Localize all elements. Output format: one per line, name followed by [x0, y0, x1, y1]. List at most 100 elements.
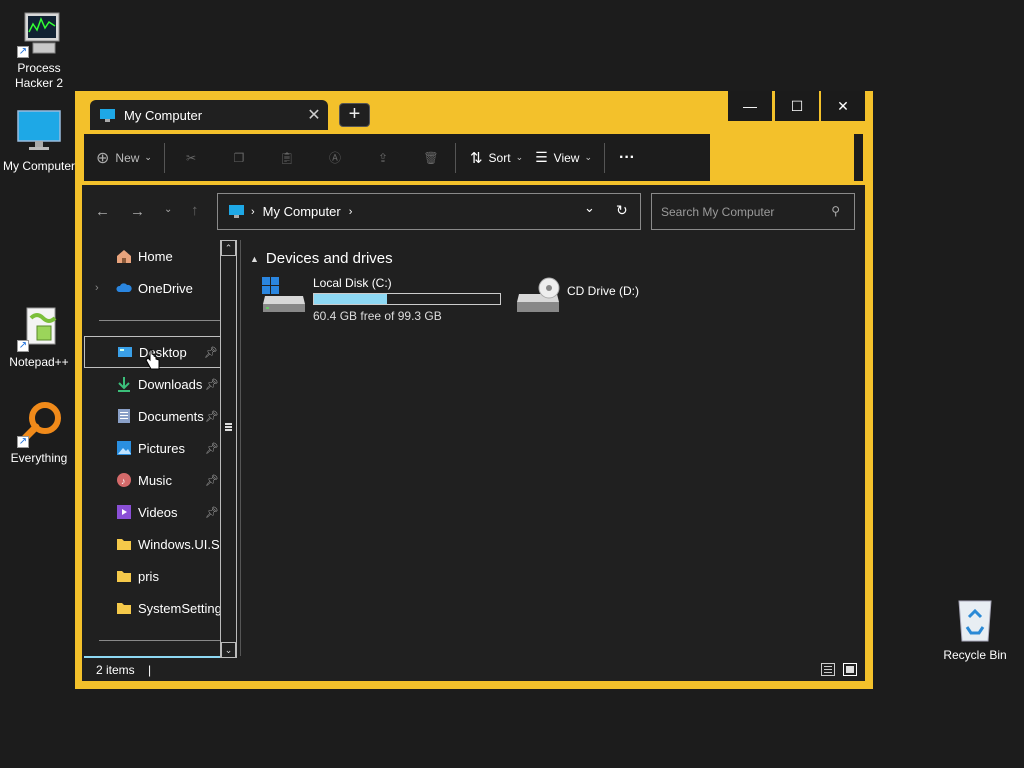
breadcrumb-chevron-icon: › [251, 205, 255, 218]
tab-close-icon[interactable]: ✕ [300, 105, 328, 125]
maximize-button[interactable]: ☐ [775, 91, 819, 121]
sidebar-item-label: Pictures [138, 440, 185, 456]
devices-and-drives-header[interactable]: ▲ Devices and drives [250, 250, 393, 267]
large-icons-view-icon[interactable] [843, 663, 857, 676]
new-button[interactable]: ⊕ New ⌄ [96, 142, 152, 174]
sidebar-item-videos[interactable]: Videos 📌︎ [84, 496, 221, 528]
notepadpp-icon: ↗ [15, 304, 63, 352]
sidebar-item-onedrive[interactable]: › OneDrive [84, 272, 221, 304]
onedrive-icon [116, 283, 132, 292]
search-placeholder: Search My Computer [661, 204, 775, 219]
details-view-icon[interactable] [821, 663, 835, 676]
pin-icon: 📌︎ [205, 506, 219, 519]
shortcut-arrow-icon: ↗ [17, 436, 29, 448]
view-icon: ☰ [535, 149, 548, 165]
cut-icon[interactable]: ✂ [179, 146, 203, 170]
cd-drive-icon [517, 277, 560, 312]
sidebar-item-pris[interactable]: pris [84, 560, 221, 592]
sidebar-item-label: Home [138, 248, 173, 264]
desktop-icon-recycle-bin[interactable]: Recycle Bin [935, 597, 1015, 663]
toolbar-separator [163, 142, 165, 173]
sidebar-item-pictures[interactable]: Pictures 📌︎ [84, 432, 221, 464]
share-icon[interactable]: ⇪ [371, 146, 395, 170]
sidebar-divider [99, 320, 220, 321]
monitor-icon [229, 205, 244, 218]
recycle-bin-icon [951, 597, 999, 645]
sidebar-scrollbar[interactable]: ⌃ ⌄ [220, 240, 237, 658]
desktop-icon-everything[interactable]: ↗ Everything [0, 400, 79, 466]
scroll-up-icon[interactable]: ⌃ [221, 240, 236, 256]
command-bar: ⊕ New ⌄ ✂ ❐ 📋︎ Ⓐ ⇪ 🗑︎ ⇅ Sort ⌄ ☰ View ⌄ … [84, 134, 710, 181]
desktop-folder-icon [118, 347, 132, 357]
desktop-icon-label: Recycle Bin [943, 648, 1007, 662]
address-dropdown-icon[interactable]: ⌄ [584, 200, 595, 216]
pictures-icon [117, 441, 131, 455]
sidebar-item-windows-ui-settings[interactable]: Windows.UI.Settings [84, 528, 221, 560]
sidebar-item-documents[interactable]: Documents 📌︎ [84, 400, 221, 432]
status-bar: 2 items | [96, 663, 151, 677]
sidebar-scroll-indicator [84, 656, 222, 658]
videos-icon [117, 505, 131, 519]
minimize-button[interactable]: — [728, 91, 772, 121]
sort-icon: ⇅ [469, 149, 483, 167]
sidebar-item-systemsettings[interactable]: SystemSettings [84, 592, 221, 624]
sidebar-item-label: Videos [138, 504, 178, 520]
refresh-icon[interactable]: ↻ [616, 202, 628, 219]
sidebar-item-label: Windows.UI.Settings [138, 536, 221, 552]
disk-usage-fill [314, 294, 387, 304]
close-button[interactable]: ✕ [821, 91, 865, 121]
breadcrumb-my-computer[interactable]: My Computer [263, 204, 341, 219]
new-label: New [115, 150, 140, 165]
disk-usage-bar [313, 293, 501, 305]
paste-icon[interactable]: 📋︎ [275, 146, 299, 170]
sort-button[interactable]: ⇅ Sort ⌄ [470, 142, 523, 174]
rename-icon[interactable]: Ⓐ [323, 146, 347, 170]
sidebar-item-label: pris [138, 568, 159, 584]
shortcut-arrow-icon: ↗ [17, 46, 29, 58]
sidebar-item-downloads[interactable]: Downloads 📌︎ [84, 368, 221, 400]
desktop-icon-notepadpp[interactable]: ↗ Notepad++ [0, 304, 79, 370]
pane-divider[interactable] [240, 240, 241, 656]
pin-icon: 📌︎ [205, 378, 219, 391]
forward-arrow-icon[interactable]: → [130, 203, 145, 220]
sidebar-item-label: Downloads [138, 376, 203, 392]
sidebar-item-label: Documents [138, 408, 204, 424]
more-options-button[interactable]: ··· [619, 142, 635, 174]
process-hacker-icon: ↗ [15, 10, 63, 58]
view-button[interactable]: ☰ View ⌄ [535, 142, 592, 174]
shortcut-arrow-icon: ↗ [17, 340, 29, 352]
recent-chevron-icon[interactable]: ⌄ [164, 204, 172, 215]
sidebar-item-home[interactable]: Home [84, 240, 221, 272]
desktop-icon-my-computer[interactable]: My Computer [0, 108, 79, 174]
pin-icon: 📌︎ [204, 346, 218, 359]
music-icon: ♪ [117, 473, 131, 487]
pin-icon: 📌︎ [205, 442, 219, 455]
drive-free-space: 60.4 GB free of 99.3 GB [313, 309, 442, 323]
tab-label: My Computer [124, 107, 203, 123]
sidebar-item-music[interactable]: ♪ Music 📌︎ [84, 464, 221, 496]
tab-my-computer[interactable]: My Computer ✕ [90, 100, 328, 130]
desktop-icon-label: Notepad++ [9, 355, 69, 369]
sidebar-item-label: Music [138, 472, 172, 488]
drive-local-disk-c[interactable]: Local Disk (C:) 60.4 GB free of 99.3 GB [261, 276, 501, 323]
up-arrow-icon[interactable]: ↑ [191, 202, 199, 219]
chevron-down-icon: ⌄ [584, 152, 593, 162]
hand-cursor-icon [145, 349, 160, 370]
back-arrow-icon[interactable]: ← [95, 203, 110, 220]
scroll-down-icon[interactable]: ⌄ [221, 642, 236, 658]
expand-chevron-icon[interactable]: › [95, 282, 99, 294]
desktop-icon-label: My Computer [2, 159, 76, 173]
status-item-count: 2 items [96, 663, 135, 677]
sidebar-divider [99, 640, 220, 641]
drive-cd-d[interactable]: CD Drive (D:) [515, 276, 639, 316]
new-tab-button[interactable]: + [339, 103, 370, 127]
delete-icon[interactable]: 🗑︎ [419, 146, 443, 170]
address-bar[interactable]: › My Computer › ⌄ ↻ [217, 193, 641, 230]
search-input[interactable]: Search My Computer ⚲ [651, 193, 855, 230]
monitor-icon [15, 108, 63, 156]
windows-drive-icon [262, 277, 305, 312]
copy-icon[interactable]: ❐ [227, 146, 251, 170]
monitor-icon [100, 108, 115, 122]
scrollbar-thumb[interactable] [225, 423, 232, 431]
desktop-icon-process-hacker[interactable]: ↗ Process Hacker 2 [0, 10, 79, 91]
